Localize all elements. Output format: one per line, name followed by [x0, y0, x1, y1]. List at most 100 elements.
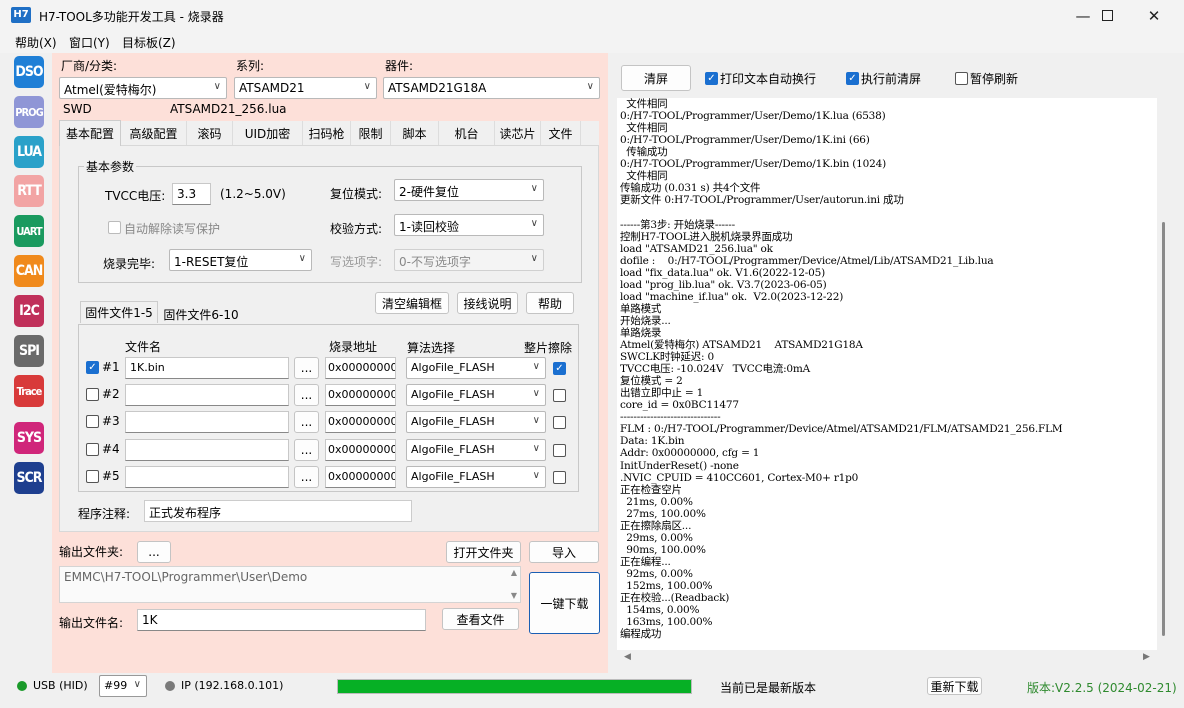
file-browse-button[interactable]: ...: [294, 384, 319, 406]
scroll-left-icon[interactable]: ◀: [624, 652, 631, 662]
tab-script[interactable]: 脚本: [391, 121, 439, 145]
clear-before-run-checkbox[interactable]: ✓: [846, 72, 859, 85]
file-algo-select[interactable]: AlgoFile_FLASH ∨: [406, 411, 546, 433]
file-algo-select[interactable]: AlgoFile_FLASH ∨: [406, 439, 546, 461]
scroll-right-icon[interactable]: ▶: [1143, 652, 1150, 662]
menu-target-board[interactable]: 目标板(Z): [122, 34, 176, 51]
file-addr-input[interactable]: 0x00000000: [325, 384, 396, 406]
file-enable-checkbox[interactable]: [86, 470, 99, 483]
sidebar-scr-button[interactable]: SCR: [14, 462, 44, 494]
file-name-input[interactable]: [125, 384, 289, 406]
file-erase-checkbox[interactable]: [553, 416, 566, 429]
import-button[interactable]: 导入: [529, 541, 599, 563]
close-button[interactable]: ✕: [1131, 0, 1177, 31]
help-button[interactable]: 帮助: [526, 292, 574, 314]
tab-machine[interactable]: 机台: [439, 121, 495, 145]
log-horizontal-scrollbar[interactable]: ◀ ▶: [617, 651, 1157, 667]
file-browse-button[interactable]: ...: [294, 411, 319, 433]
file-addr-input[interactable]: 0x00000000: [325, 357, 396, 379]
tab-advanced-config[interactable]: 高级配置: [121, 121, 187, 145]
sidebar-i2c-button[interactable]: I2C: [14, 295, 44, 327]
verify-select[interactable]: 1-读回校验 ∨: [394, 214, 544, 236]
file-erase-checkbox[interactable]: [553, 389, 566, 402]
tvcc-input[interactable]: 3.3: [172, 183, 211, 205]
vendor-select[interactable]: Atmel(爱特梅尔) ∨: [59, 77, 227, 99]
redownload-button[interactable]: 重新下载: [927, 677, 982, 695]
sidebar-prog-button[interactable]: PROG: [14, 96, 44, 128]
verify-label: 校验方式:: [330, 222, 383, 236]
output-file-input[interactable]: 1K: [137, 609, 426, 631]
menu-help[interactable]: 帮助(X): [15, 34, 57, 51]
file-name-input[interactable]: [125, 466, 289, 488]
file-browse-button[interactable]: ...: [294, 357, 319, 379]
sidebar-dso-button[interactable]: DSO: [14, 56, 44, 88]
file-enable-checkbox[interactable]: ✓: [86, 361, 99, 374]
file-erase-checkbox[interactable]: ✓: [553, 362, 566, 375]
port-select[interactable]: #99 ∨: [99, 675, 147, 697]
file-name-input[interactable]: [125, 411, 289, 433]
series-select[interactable]: ATSAMD21 ∨: [234, 77, 377, 99]
log-output[interactable]: 文件相同 0:/H7-TOOL/Programmer/User/Demo/1K.l…: [617, 98, 1157, 650]
clear-before-run-label: 执行前清屏: [861, 72, 922, 86]
sidebar-uart-button[interactable]: UART: [14, 215, 44, 247]
tab-scanner[interactable]: 扫码枪: [303, 121, 351, 145]
log-vertical-scrollbar[interactable]: [1162, 222, 1165, 636]
sidebar-lua-button[interactable]: LUA: [14, 136, 44, 168]
file-enable-checkbox[interactable]: [86, 388, 99, 401]
file-enable-checkbox[interactable]: [86, 415, 99, 428]
tab-basic-config[interactable]: 基本配置: [59, 120, 121, 146]
tab-uid-encrypt[interactable]: UID加密: [233, 121, 303, 145]
log-line: 更新文件 0:H7-TOOL/Programmer/User/autorun.i…: [620, 194, 904, 207]
tab-read-chip[interactable]: 读芯片: [495, 121, 541, 145]
file-name-input[interactable]: [125, 439, 289, 461]
file-algo-select[interactable]: AlgoFile_FLASH ∨: [406, 466, 546, 488]
clear-screen-button[interactable]: 清屏: [621, 65, 691, 91]
finish-select[interactable]: 1-RESET复位 ∨: [169, 249, 312, 271]
chevron-down-icon: ∨: [363, 81, 371, 92]
maximize-button[interactable]: [1084, 0, 1130, 31]
part-select[interactable]: ATSAMD21G18A ∨: [383, 77, 600, 99]
one-click-download-button[interactable]: 一键下载: [529, 572, 600, 634]
view-file-button[interactable]: 查看文件: [442, 608, 519, 630]
file-browse-button[interactable]: ...: [294, 466, 319, 488]
file-enable-checkbox[interactable]: [86, 443, 99, 456]
sidebar-rtt-button[interactable]: RTT: [14, 175, 44, 207]
file-algo-select[interactable]: AlgoFile_FLASH ∨: [406, 357, 546, 379]
file-browse-button[interactable]: ...: [294, 439, 319, 461]
sidebar-sys-button[interactable]: SYS: [14, 422, 44, 454]
output-path-box[interactable]: EMMC\H7-TOOL\Programmer\User\Demo ▲ ▼: [59, 566, 521, 603]
sidebar-spi-button[interactable]: SPI: [14, 335, 44, 367]
sidebar-can-button[interactable]: CAN: [14, 255, 44, 287]
scroll-up-icon[interactable]: ▲: [511, 568, 517, 577]
file-name-input[interactable]: 1K.bin: [125, 357, 289, 379]
log-line: 92ms, 0.00%: [620, 567, 693, 580]
file-erase-checkbox[interactable]: [553, 471, 566, 484]
wiring-guide-button[interactable]: 接线说明: [457, 292, 518, 314]
vendor-value: Atmel(爱特梅尔): [64, 83, 157, 97]
tab-firmware-6-10[interactable]: 固件文件6-10: [158, 304, 244, 324]
scroll-down-icon[interactable]: ▼: [511, 591, 517, 600]
note-input[interactable]: 正式发布程序: [144, 500, 412, 522]
file-addr-input[interactable]: 0x00000000: [325, 439, 396, 461]
open-folder-button[interactable]: 打开文件夹: [446, 541, 521, 563]
reset-mode-select[interactable]: 2-硬件复位 ∨: [394, 179, 544, 201]
clear-editbox-button[interactable]: 清空编辑框: [375, 292, 449, 314]
tab-file[interactable]: 文件: [541, 121, 581, 145]
log-line: 154ms, 0.00%: [620, 604, 700, 617]
file-erase-checkbox[interactable]: [553, 444, 566, 457]
tab-limit[interactable]: 限制: [351, 121, 391, 145]
sidebar-trace-button[interactable]: Trace: [14, 375, 44, 407]
output-folder-browse-button[interactable]: ...: [137, 541, 171, 563]
log-line: 传输成功 (0.031 s) 共4个文件: [620, 182, 761, 195]
file-algo-select[interactable]: AlgoFile_FLASH ∨: [406, 384, 546, 406]
tab-rolling-code[interactable]: 滚码: [187, 121, 233, 145]
write-option-select[interactable]: 0-不写选项字 ∨: [394, 249, 544, 271]
finish-value: 1-RESET复位: [174, 255, 249, 269]
file-addr-input[interactable]: 0x00000000: [325, 411, 396, 433]
tab-firmware-1-5[interactable]: 固件文件1-5: [80, 301, 158, 323]
auto-unlock-checkbox[interactable]: [108, 221, 121, 234]
autowrap-checkbox[interactable]: ✓: [705, 72, 718, 85]
menu-window[interactable]: 窗口(Y): [69, 34, 110, 51]
file-addr-input[interactable]: 0x00000000: [325, 466, 396, 488]
pause-refresh-checkbox[interactable]: [955, 72, 968, 85]
